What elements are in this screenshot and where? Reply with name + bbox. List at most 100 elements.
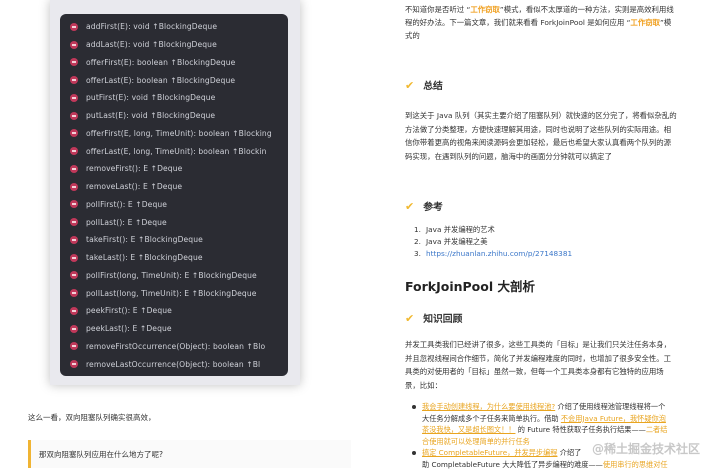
bullet-dot-icon [412, 451, 416, 455]
method-signature: addFirst(E): void ↑BlockingDeque [86, 22, 218, 32]
future-link[interactable]: 不会用Java Future，我怀疑你泡 [561, 414, 666, 423]
bullet-line: 合使用就可以处理简单的并行任务 [422, 436, 530, 446]
quote-text: 那双向阻塞队列应用在什么地方了呢? [39, 450, 163, 459]
method-icon [70, 182, 78, 191]
method-signature: pollLast(long, TimeUnit): E ↑BlockingDeq… [86, 288, 257, 298]
method-signature: pollFirst(long, TimeUnit): E ↑BlockingDe… [86, 270, 257, 280]
method-signature: peekFirst(): E ↑Deque [86, 306, 172, 316]
reference-link[interactable]: https://zhuanlan.zhihu.com/p/27148381 [426, 249, 572, 258]
method-icon [70, 342, 78, 351]
method-icon [70, 306, 78, 315]
method-signature: takeLast(): E ↑BlockingDeque [86, 253, 203, 263]
method-suggestion-item[interactable]: peekLast(): E ↑Deque [60, 320, 288, 338]
ide-screenshot-frame: addFirst(E): void ↑BlockingDeque addLast(… [50, 0, 300, 385]
method-suggestion-item[interactable]: addFirst(E): void ↑BlockingDeque [60, 18, 288, 36]
summary-line: 码实现，在遇到队列的问题，脑海中的画面分分钟就可以搞定了 [405, 151, 612, 161]
knowledge-line: 并发工具类我们已经讲了很多，这些工具类的「目标」是让我们只关注任务本身， [405, 340, 672, 349]
method-icon [70, 289, 78, 298]
method-suggestion-item[interactable]: pollFirst(long, TimeUnit): E ↑BlockingDe… [60, 267, 288, 285]
method-icon [70, 22, 78, 31]
method-suggestion-item[interactable]: removeFirst(): E ↑Deque [60, 160, 288, 178]
method-signature: offerLast(E, long, TimeUnit): boolean ↑B… [86, 146, 267, 156]
checkmark-icon: ✔ [405, 311, 415, 325]
references-list: 1. Java 并发编程的艺术 2. Java 并发编程之美 3. https://z… [414, 224, 572, 260]
checkmark-icon: ✔ [405, 199, 415, 213]
method-icon [70, 271, 78, 280]
intro-line-3: 式的 [405, 31, 420, 40]
forkjoinpool-title: ForkJoinPool 大剖析 [405, 279, 535, 294]
left-caption: 这么一看，双向阻塞队列确实很高效， [28, 413, 156, 422]
reference-item: 1. Java 并发编程的艺术 [414, 225, 495, 234]
method-suggestion-item[interactable]: removeFirstOccurrence(Object): boolean ↑… [60, 338, 288, 356]
method-icon [70, 58, 78, 67]
method-suggestion-item[interactable]: peekFirst(): E ↑Deque [60, 302, 288, 320]
bullet-item: 搞定 CompletableFuture，并发异步编程 介绍了 [412, 447, 581, 459]
summary-line: 信你带着更高的视角来阅读源码会更加轻松，最后也希望大家认真看两个队列的源 [405, 138, 672, 147]
bullet-line: 茶没我快，又是超长图文！！ 的 Future 特性获取子任务执行结果——二者结 [422, 425, 668, 434]
method-suggestion-item[interactable]: takeFirst(): E ↑BlockingDeque [60, 231, 288, 249]
method-suggestion-item[interactable]: putLast(E): void ↑BlockingDeque [60, 107, 288, 125]
method-icon [70, 129, 78, 138]
reference-item: 2. Java 并发编程之美 [414, 237, 488, 246]
intro-line-1: 不知道你是否听过 “工作窃取”模式，看似不太厚道的一种方法，实则是高效利用线 [405, 5, 674, 14]
method-suggestion-item[interactable]: removeLastOccurrence(Object): boolean ↑B… [60, 355, 288, 373]
intro-line-2: 程的好办法。下一篇文章，我们就来看看 ForkJoinPool 是如何应用 “工… [405, 18, 672, 27]
method-signature: addLast(E): void ↑BlockingDeque [86, 40, 217, 50]
method-signature: offerFirst(E, long, TimeUnit): boolean ↑… [86, 128, 272, 138]
method-signature: putLast(E): void ↑BlockingDeque [86, 111, 216, 121]
method-icon [70, 40, 78, 49]
method-suggestion-item[interactable]: offerLast(E, long, TimeUnit): boolean ↑B… [60, 142, 288, 160]
knowledge-line: 并且忽视线程间合作细节，简化了并发编程难度的同时，也增加了很多安全性。工 [405, 353, 672, 363]
knowledge-line: 具类的对使用者的「目标」虽然一致，但每一个工具类本身都有它独特的应用场 [405, 367, 664, 376]
method-signature: pollFirst(): E ↑Deque [86, 199, 168, 209]
bullet-dot-icon [412, 405, 416, 409]
work-stealing-highlight: 工作窃取 [470, 5, 500, 14]
checkmark-icon: ✔ [405, 78, 415, 92]
ide-method-popup: addFirst(E): void ↑BlockingDeque addLast(… [60, 14, 288, 376]
method-signature: removeLast(): E ↑Deque [86, 182, 183, 192]
summary-line: 到这关于 Java 队列（其实主要介绍了阻塞队列）就快速的区分完了，将看似杂乱的 [405, 111, 677, 120]
method-signature: peekLast(): E ↑Deque [86, 324, 172, 334]
method-suggestion-item[interactable]: putFirst(E): void ↑BlockingDeque [60, 89, 288, 107]
watermark: @稀土掘金技术社区 [592, 442, 701, 456]
method-icon [70, 360, 78, 369]
method-suggestion-item[interactable]: takeLast(): E ↑BlockingDeque [60, 249, 288, 267]
method-signature: pollLast(): E ↑Deque [86, 217, 167, 227]
method-icon [70, 93, 78, 102]
method-signature: removeFirstOccurrence(Object): boolean ↑… [86, 341, 266, 351]
method-suggestion-item[interactable]: pollLast(long, TimeUnit): E ↑BlockingDeq… [60, 284, 288, 302]
method-icon [70, 76, 78, 85]
method-icon [70, 200, 78, 209]
method-icon [70, 235, 78, 244]
reference-item: 3. https://zhuanlan.zhihu.com/p/27148381 [414, 249, 573, 258]
method-suggestion-item[interactable]: removeLast(): E ↑Deque [60, 178, 288, 196]
bullet-item: 我会手动创建线程，为什么要使用线程池? 介绍了使用线程池管理线程将一个 [412, 401, 665, 413]
thread-pool-link[interactable]: 我会手动创建线程，为什么要使用线程池? [422, 402, 555, 411]
method-icon [70, 147, 78, 156]
summary-heading: ✔ 总结 [405, 78, 443, 93]
method-icon [70, 324, 78, 333]
method-suggestion-item[interactable]: offerLast(E): boolean ↑BlockingDeque [60, 71, 288, 89]
method-suggestion-item[interactable]: pollLast(): E ↑Deque [60, 213, 288, 231]
method-signature: offerFirst(E): boolean ↑BlockingDeque [86, 57, 236, 67]
method-icon [70, 111, 78, 120]
method-signature: removeLastOccurrence(Object): boolean ↑B… [86, 359, 261, 369]
knowledge-heading: ✔ 知识回顾 [405, 311, 463, 326]
references-heading: ✔ 参考 [405, 199, 443, 214]
method-icon [70, 218, 78, 227]
method-suggestion-item[interactable]: pollFirst(): E ↑Deque [60, 196, 288, 214]
bullet-line: 大任务分解成多个子任务来简单执行。借助 不会用Java Future，我怀疑你泡 [422, 413, 666, 423]
method-suggestion-item[interactable]: addLast(E): void ↑BlockingDeque [60, 36, 288, 54]
quote-box: 那双向阻塞队列应用在什么地方了呢? [28, 440, 351, 468]
method-suggestion-item[interactable]: offerFirst(E, long, TimeUnit): boolean ↑… [60, 125, 288, 143]
method-signature: takeFirst(): E ↑BlockingDeque [86, 235, 203, 245]
work-stealing-highlight-2: 工作窃取 [630, 18, 660, 27]
method-signature: offerLast(E): boolean ↑BlockingDeque [86, 75, 236, 85]
method-signature: removeFirst(): E ↑Deque [86, 164, 183, 174]
completablefuture-link[interactable]: 搞定 CompletableFuture，并发异步编程 [422, 448, 557, 457]
method-icon [70, 253, 78, 262]
method-icon [70, 164, 78, 173]
method-suggestion-item[interactable]: offerFirst(E): boolean ↑BlockingDeque [60, 54, 288, 72]
future-link-cont[interactable]: 茶没我快，又是超长图文！！ [422, 425, 515, 434]
knowledge-line: 景，比如： [405, 380, 442, 390]
